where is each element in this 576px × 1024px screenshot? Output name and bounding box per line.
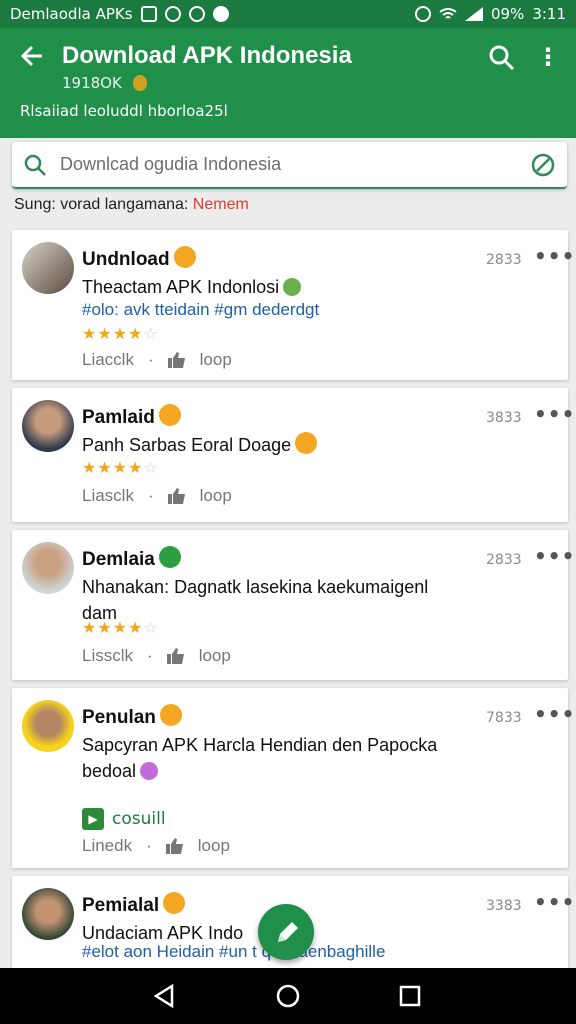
filter-label: Sung: vorad langamana:	[14, 196, 189, 213]
post-author[interactable]: Penulan	[82, 704, 182, 729]
post-card[interactable]: Undnload 2833 ••• Theactam APK Indonlosi…	[12, 230, 574, 380]
filter-value[interactable]: Nemem	[193, 196, 249, 213]
avatar[interactable]	[22, 888, 74, 940]
battery-text: 09%	[490, 5, 525, 23]
recents-nav-icon[interactable]	[396, 982, 424, 1010]
search-icon[interactable]	[488, 44, 516, 72]
compose-button[interactable]	[258, 904, 314, 960]
post-text: Panh Sarbas Eoral Doage	[82, 432, 462, 458]
post-more-icon[interactable]: •••	[534, 890, 575, 914]
phone-notification-icon	[188, 6, 205, 22]
star-rating: ★★★★☆	[82, 458, 159, 477]
post-more-icon[interactable]: •••	[534, 244, 575, 268]
post-tags[interactable]: #elot aon Heidain #un t qaukaenbaghille	[82, 942, 385, 962]
post-date: 7833	[486, 710, 522, 726]
filter-line: Sung: vorad langamana: Nemem	[14, 196, 249, 214]
post-date: 2833	[486, 552, 522, 568]
like-label[interactable]: loop	[200, 350, 232, 370]
post-tags[interactable]: #olo: avk tteidain #gm dederdgt	[82, 300, 319, 320]
subtitle-count: 1918OK	[62, 74, 122, 92]
post-actions: Linedk · loop	[82, 836, 230, 856]
lollipop-emoji-icon	[140, 762, 159, 780]
comment-action[interactable]: Liasclk	[82, 486, 134, 506]
separator-dot: ·	[147, 350, 154, 369]
post-date: 3833	[486, 410, 522, 426]
clock-notification-icon	[164, 6, 181, 22]
dot-notification-icon	[212, 6, 229, 22]
status-bar: Demlaodla APKs 09% 3:11	[0, 0, 576, 28]
avatar[interactable]	[22, 542, 74, 594]
plus-circle-icon	[158, 546, 181, 568]
post-author[interactable]: Undnload	[82, 246, 196, 271]
post-author[interactable]: Demlaia	[82, 546, 181, 571]
thumbs-up-icon[interactable]	[165, 838, 184, 854]
post-more-icon[interactable]: •••	[534, 702, 575, 726]
thumbs-up-icon[interactable]	[167, 352, 186, 368]
comment-action[interactable]: Linedk	[82, 836, 132, 856]
status-left: Demlaodla APKs	[10, 5, 229, 23]
emoji-icon	[295, 432, 318, 454]
attachment-link[interactable]: ▶ cosuill	[82, 808, 166, 830]
status-time: 3:11	[532, 5, 566, 23]
wifi-icon	[439, 8, 457, 19]
app-bar: Download APK Indonesia 1918OK Rlsaiiad l…	[0, 28, 576, 138]
post-text: Sapcyran APK Harcla Hendian den Papocka …	[82, 735, 438, 781]
thumbs-up-icon[interactable]	[166, 648, 185, 664]
post-card[interactable]: Pamlaid 3833 ••• Panh Sarbas Eoral Doage…	[12, 388, 574, 522]
post-more-icon[interactable]: •••	[534, 402, 575, 426]
comment-action[interactable]: Lissclk	[82, 646, 133, 666]
post-actions: Liasclk · loop	[82, 486, 232, 506]
like-label[interactable]: loop	[198, 836, 230, 856]
post-author[interactable]: Pemialal	[82, 892, 186, 917]
separator-dot: ·	[146, 836, 152, 855]
notification-icon	[140, 6, 157, 22]
post-text: Theactam APK Indonlosi	[82, 274, 462, 300]
avatar[interactable]	[22, 400, 74, 452]
back-arrow-icon[interactable]	[18, 42, 48, 72]
star-rating: ★★★★☆	[82, 324, 159, 343]
clear-icon[interactable]	[531, 153, 555, 177]
post-author[interactable]: Pamlaid	[82, 404, 181, 429]
like-label[interactable]: loop	[199, 646, 231, 666]
settings-status-icon	[414, 6, 431, 22]
like-label[interactable]: loop	[200, 486, 232, 506]
status-app-text: Demlaodla APKs	[10, 5, 133, 23]
search-box[interactable]: Downlcad ogudia Indonesia	[12, 142, 567, 189]
star-rating: ★★★★☆	[82, 618, 159, 637]
money-emoji-icon	[283, 278, 302, 296]
page-title: Download APK Indonesia	[62, 42, 352, 69]
status-right: 09% 3:11	[414, 5, 566, 23]
post-card[interactable]: Demlaia 2833 ••• Nhanakan: Dagnatk lasek…	[12, 530, 574, 680]
emoji-icon	[158, 404, 181, 426]
system-nav-bar	[0, 968, 576, 1024]
home-nav-icon[interactable]	[274, 982, 302, 1010]
post-date: 2833	[486, 252, 522, 268]
avatar[interactable]	[22, 700, 74, 752]
money-bag-icon	[132, 75, 147, 91]
thumbs-up-icon[interactable]	[167, 488, 186, 504]
emoji-icon	[163, 892, 186, 914]
post-actions: Liacclk · loop	[82, 350, 232, 370]
post-card[interactable]: Penulan 7833 ••• Sapcyran APK Harcla Hen…	[12, 688, 574, 868]
emoji-icon	[173, 246, 196, 268]
post-more-icon[interactable]: •••	[534, 544, 575, 568]
separator-dot: ·	[147, 646, 153, 665]
post-actions: Lissclk · loop	[82, 646, 231, 666]
overflow-menu-icon[interactable]: ⋮	[536, 42, 560, 74]
avatar[interactable]	[22, 242, 74, 294]
separator-dot: ·	[147, 486, 154, 505]
play-box-icon: ▶	[82, 808, 104, 830]
page-description: Rlsaiiad leoluddl hborloa25l	[20, 102, 228, 120]
signal-icon	[464, 7, 483, 21]
attachment-label[interactable]: cosuill	[112, 809, 166, 829]
page-subtitle: 1918OK	[62, 74, 147, 92]
search-input[interactable]: Downlcad ogudia Indonesia	[60, 154, 531, 175]
pencil-icon	[278, 922, 298, 942]
emoji-icon	[159, 704, 182, 726]
comment-action[interactable]: Liacclk	[82, 350, 134, 370]
back-nav-icon[interactable]	[150, 982, 178, 1010]
search-field-icon	[24, 154, 46, 176]
post-date: 3383	[486, 898, 522, 914]
